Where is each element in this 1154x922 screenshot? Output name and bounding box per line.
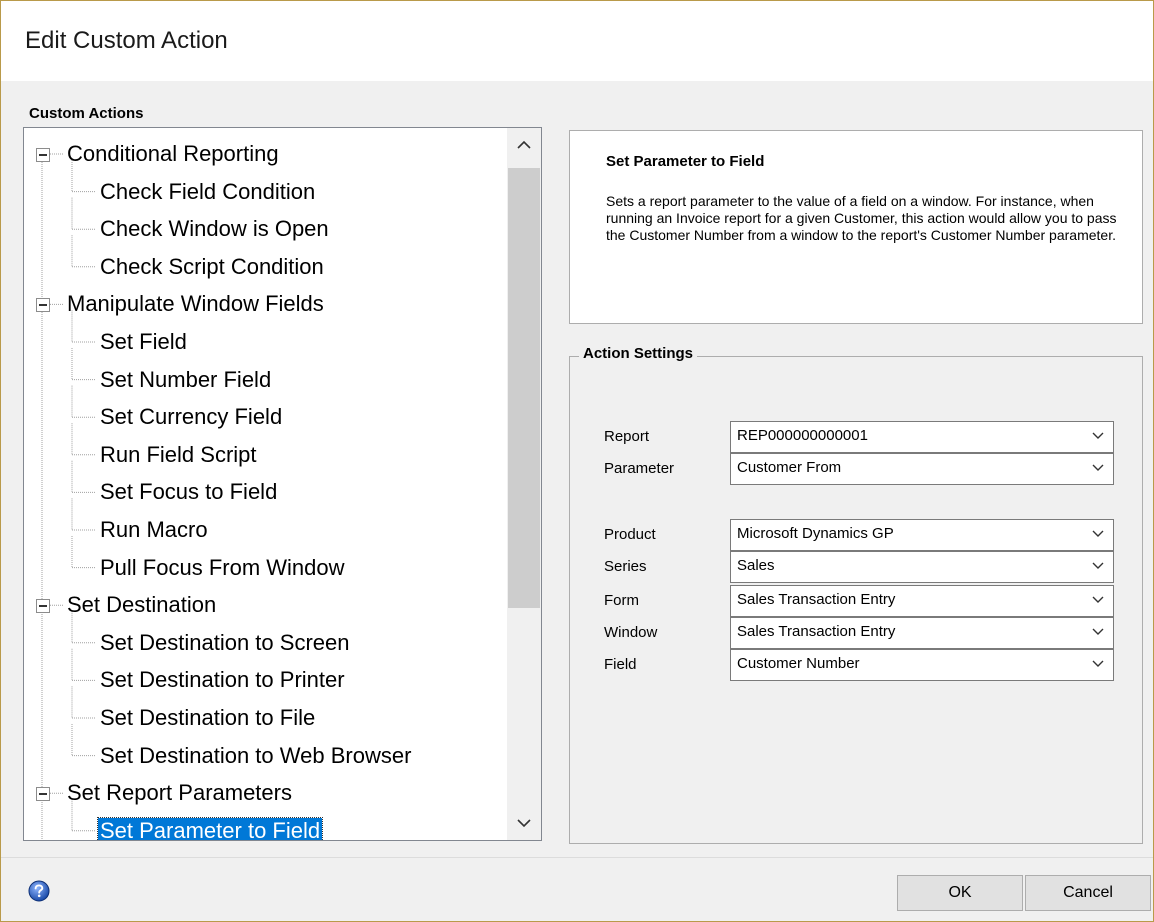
chevron-down-icon — [1092, 660, 1104, 667]
chevron-down-icon — [1092, 464, 1104, 471]
form-label: Form — [604, 592, 639, 609]
tree-leaf-node[interactable]: Set Destination to Printer — [98, 662, 347, 698]
tree-node-label: Set Number Field — [100, 366, 272, 392]
tree-leaf-node[interactable]: Pull Focus From Window — [98, 550, 347, 586]
series-value: Sales — [737, 557, 775, 574]
action-settings-title: Action Settings — [579, 345, 698, 362]
field-row: Field Customer Number — [596, 649, 1114, 681]
scroll-down-button[interactable] — [507, 806, 541, 840]
tree-node-label: Set Destination to File — [100, 705, 316, 730]
window-value: Sales Transaction Entry — [737, 623, 896, 640]
tree-node-label: Conditional Reporting — [67, 141, 279, 166]
parameter-row: Parameter Customer From — [596, 453, 1114, 485]
footer-divider — [1, 857, 1153, 858]
tree-node-label: Set Field — [100, 329, 187, 354]
chevron-down-icon — [1092, 596, 1104, 603]
tree-group-node[interactable]: Set Destination — [65, 587, 218, 623]
product-label: Product — [604, 526, 656, 543]
tree-node-label: Pull Focus From Window — [100, 554, 345, 580]
ok-button[interactable]: OK — [897, 875, 1023, 911]
chevron-up-icon — [517, 140, 531, 149]
field-value: Customer Number — [737, 655, 860, 672]
chevron-down-icon — [1092, 530, 1104, 537]
tree-leaf-node[interactable]: Set Number Field — [98, 362, 273, 398]
report-row: Report REP000000000001 — [596, 421, 1114, 453]
field-dropdown[interactable]: Customer Number — [730, 649, 1114, 681]
action-description-panel: Set Parameter to Field Sets a report par… — [569, 130, 1143, 324]
tree-node-label: Set Destination — [67, 592, 217, 618]
product-row: Product Microsoft Dynamics GP — [596, 519, 1114, 551]
tree-node-label: Check Window is Open — [100, 216, 329, 242]
collapse-box-icon[interactable] — [36, 148, 50, 162]
tree-leaf-node[interactable]: Run Macro — [98, 512, 210, 548]
parameter-value: Customer From — [737, 459, 842, 476]
series-dropdown[interactable]: Sales — [730, 551, 1114, 583]
custom-actions-tree[interactable]: Conditional Reporting Check Field Conditi… — [23, 127, 542, 841]
tree-leaf-node[interactable]: Set Currency Field — [98, 399, 284, 435]
tree-node-label: Run Field Script — [100, 441, 257, 467]
scroll-up-button[interactable] — [507, 128, 541, 162]
series-row: Series Sales — [596, 551, 1114, 583]
tree-leaf-node[interactable]: Check Script Condition — [98, 249, 326, 285]
tree-node-label: Run Macro — [100, 517, 208, 542]
tree-node-label: Check Script Condition — [100, 253, 324, 279]
tree-node-label: Set Report Parameters — [67, 780, 292, 806]
tree-leaf-node[interactable]: Set Field — [98, 324, 189, 360]
tree-group-node[interactable]: Set Report Parameters — [65, 775, 294, 811]
tree-node-label: Set Destination to Screen — [100, 629, 350, 655]
tree-group-node[interactable]: Conditional Reporting — [65, 136, 281, 172]
report-value: REP000000000001 — [737, 427, 868, 444]
product-dropdown[interactable]: Microsoft Dynamics GP — [730, 519, 1114, 551]
tree-leaf-node[interactable]: Set Destination to File — [98, 700, 317, 736]
chevron-down-icon — [1092, 432, 1104, 439]
report-dropdown[interactable]: REP000000000001 — [730, 421, 1114, 453]
scroll-thumb[interactable] — [508, 168, 540, 608]
form-value: Sales Transaction Entry — [737, 591, 896, 608]
report-label: Report — [604, 428, 650, 445]
tree-group-node[interactable]: Manipulate Window Fields — [65, 286, 326, 322]
edit-custom-action-dialog: Edit Custom Action Custom Actions Condit… — [0, 0, 1154, 922]
parameter-dropdown[interactable]: Customer From — [730, 453, 1114, 485]
tree-node-label: Set Parameter to Field — [96, 816, 324, 841]
form-row: Form Sales Transaction Entry — [596, 585, 1114, 617]
tree-node-label: Set Focus to Field — [100, 479, 278, 505]
chevron-down-icon — [1092, 562, 1104, 569]
tree-leaf-node[interactable]: Set Focus to Field — [98, 474, 279, 510]
tree-scrollbar[interactable] — [507, 128, 541, 840]
parameter-label: Parameter — [604, 460, 675, 477]
chevron-down-icon — [1092, 628, 1104, 635]
tree-leaf-node[interactable]: Set Destination to Screen — [98, 625, 351, 661]
collapse-box-icon[interactable] — [36, 787, 50, 802]
cancel-button[interactable]: Cancel — [1025, 875, 1151, 911]
tree-leaf-node[interactable]: Set Destination to Web Browser — [98, 738, 413, 774]
field-label: Field — [604, 656, 637, 673]
chevron-down-icon — [517, 819, 531, 828]
tree-leaf-node[interactable]: Check Field Condition — [98, 174, 317, 210]
tree-node-label: Set Currency Field — [100, 404, 283, 430]
tree-leaf-node[interactable]: Check Window is Open — [98, 211, 331, 247]
window-dropdown[interactable]: Sales Transaction Entry — [730, 617, 1114, 649]
tree-leaf-node[interactable]: Set Parameter to Field — [96, 813, 324, 841]
product-value: Microsoft Dynamics GP — [737, 525, 894, 542]
tree-node-label: Set Destination to Printer — [100, 667, 345, 693]
window-label: Window — [604, 624, 658, 641]
tree-node-label: Check Field Condition — [100, 178, 316, 204]
title-bar: Edit Custom Action — [1, 1, 1153, 81]
tree-node-label: Manipulate Window Fields — [67, 291, 324, 317]
custom-actions-label: Custom Actions — [29, 105, 144, 122]
tree-leaf-node[interactable]: Run Field Script — [98, 437, 259, 473]
dialog-title: Edit Custom Action — [25, 27, 228, 54]
window-row: Window Sales Transaction Entry — [596, 617, 1114, 649]
collapse-box-icon[interactable] — [36, 298, 50, 313]
form-dropdown[interactable]: Sales Transaction Entry — [730, 585, 1114, 617]
help-icon[interactable] — [28, 880, 50, 902]
collapse-box-icon[interactable] — [36, 599, 50, 614]
description-title: Set Parameter to Field — [606, 153, 765, 170]
tree-node-label: Set Destination to Web Browser — [100, 742, 412, 768]
series-label: Series — [604, 558, 647, 575]
description-body: Sets a report parameter to the value of … — [606, 193, 1117, 243]
